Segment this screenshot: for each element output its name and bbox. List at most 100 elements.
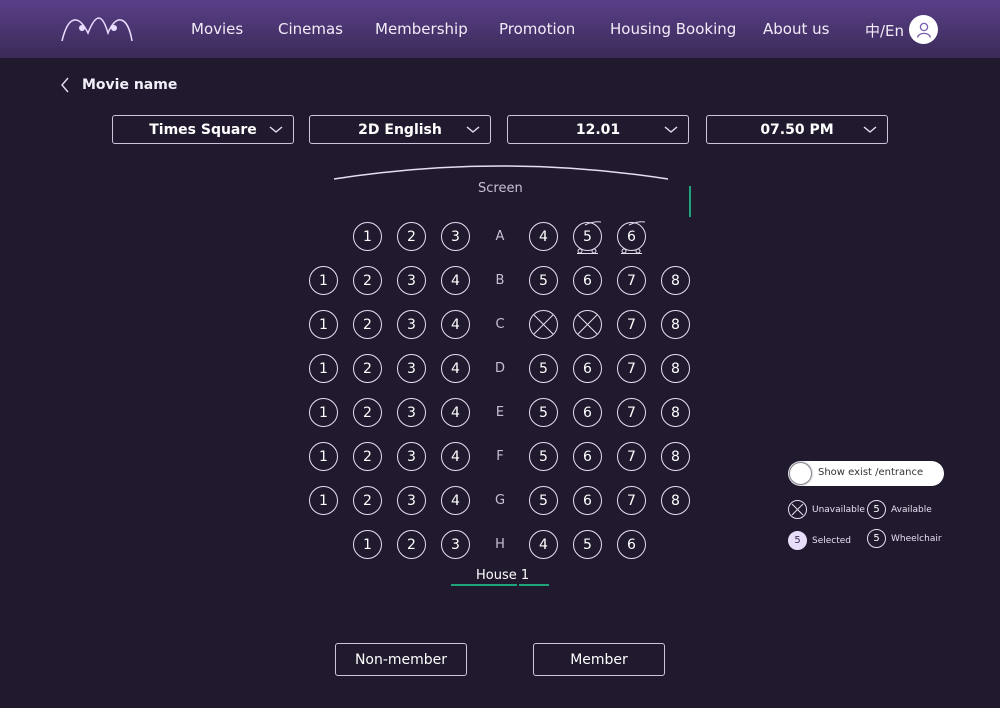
- seat-b-right-1[interactable]: 5: [529, 266, 558, 295]
- seat-b-right-4[interactable]: 8: [661, 266, 690, 295]
- seat-e-left-2[interactable]: 2: [353, 398, 382, 427]
- nav-about-us[interactable]: About us: [763, 20, 829, 38]
- seat-d-left-4[interactable]: 4: [441, 354, 470, 383]
- seat-e-right-2[interactable]: 6: [573, 398, 602, 427]
- seat-f-right-1[interactable]: 5: [529, 442, 558, 471]
- seat-h-left-1[interactable]: 1: [353, 530, 382, 559]
- time-select[interactable]: 07.50 PM: [706, 115, 888, 144]
- seat-f-left-4[interactable]: 4: [441, 442, 470, 471]
- non-member-button[interactable]: Non-member: [335, 643, 467, 676]
- seat-c-left-3[interactable]: 3: [397, 310, 426, 339]
- seat-number: 1: [319, 404, 328, 421]
- nav-housing-booking[interactable]: Housing Booking: [610, 20, 736, 38]
- seat-d-right-2[interactable]: 6: [573, 354, 602, 383]
- user-avatar-button[interactable]: [909, 15, 938, 44]
- seat-e-left-1[interactable]: 1: [309, 398, 338, 427]
- seat-number: 6: [627, 536, 636, 553]
- seat-e-left-4[interactable]: 4: [441, 398, 470, 427]
- seat-b-left-3[interactable]: 3: [397, 266, 426, 295]
- seat-g-right-2[interactable]: 6: [573, 486, 602, 515]
- seat-f-left-3[interactable]: 3: [397, 442, 426, 471]
- available-seat-icon: 5: [867, 500, 886, 519]
- chevron-down-icon: [863, 126, 877, 133]
- row-label: D: [494, 361, 505, 376]
- seat-a-left-2[interactable]: 2: [397, 222, 426, 251]
- seat-d-right-4[interactable]: 8: [661, 354, 690, 383]
- seat-g-right-4[interactable]: 8: [661, 486, 690, 515]
- cinema-select[interactable]: Times Square: [112, 115, 294, 144]
- seat-c-left-4[interactable]: 4: [441, 310, 470, 339]
- brand-logo-icon[interactable]: [60, 11, 134, 45]
- seat-d-left-1[interactable]: 1: [309, 354, 338, 383]
- seat-f-left-2[interactable]: 2: [353, 442, 382, 471]
- seat-e-left-3[interactable]: 3: [397, 398, 426, 427]
- seat-h-right-3[interactable]: 6: [617, 530, 646, 559]
- nav-cinemas[interactable]: Cinemas: [278, 20, 343, 38]
- seat-b-left-1[interactable]: 1: [309, 266, 338, 295]
- seat-b-right-2[interactable]: 6: [573, 266, 602, 295]
- seat-b-left-4[interactable]: 4: [441, 266, 470, 295]
- seat-a-right-1[interactable]: 4: [529, 222, 558, 251]
- seat-number: 1: [319, 316, 328, 333]
- seat-h-right-1[interactable]: 4: [529, 530, 558, 559]
- seat-d-left-2[interactable]: 2: [353, 354, 382, 383]
- seat-f-left-1[interactable]: 1: [309, 442, 338, 471]
- seat-number: 2: [407, 228, 416, 245]
- seat-d-right-1[interactable]: 5: [529, 354, 558, 383]
- seat-number: 8: [671, 272, 680, 289]
- seat-c-right-3[interactable]: 7: [617, 310, 646, 339]
- house-underline-accent: [519, 584, 549, 586]
- seat-c-left-2[interactable]: 2: [353, 310, 382, 339]
- seat-c-left-1[interactable]: 1: [309, 310, 338, 339]
- seat-number: 5: [539, 448, 548, 465]
- seat-number: 5: [539, 272, 548, 289]
- nav-membership[interactable]: Membership: [375, 20, 468, 38]
- legend-wheelchair-label: Wheelchair: [891, 533, 942, 544]
- user-icon: [916, 22, 931, 38]
- legend-wheelchair: 5 Wheelchair: [867, 529, 942, 548]
- seat-number: 6: [583, 272, 592, 289]
- seat-h-left-3[interactable]: 3: [441, 530, 470, 559]
- seat-b-left-2[interactable]: 2: [353, 266, 382, 295]
- seat-a-right-2[interactable]: 5: [573, 221, 602, 254]
- seat-e-right-4[interactable]: 8: [661, 398, 690, 427]
- seat-number: 5: [539, 360, 548, 377]
- seat-c-right-4[interactable]: 8: [661, 310, 690, 339]
- show-exit-toggle[interactable]: Show exist /entrance: [788, 461, 944, 486]
- seat-d-left-3[interactable]: 3: [397, 354, 426, 383]
- seat-b-right-3[interactable]: 7: [617, 266, 646, 295]
- seat-a-left-3[interactable]: 3: [441, 222, 470, 251]
- seat-g-left-3[interactable]: 3: [397, 486, 426, 515]
- seat-h-left-2[interactable]: 2: [397, 530, 426, 559]
- seat-a-left-1[interactable]: 1: [353, 222, 382, 251]
- seat-number: 2: [363, 316, 372, 333]
- seat-number: 3: [407, 272, 416, 289]
- date-select[interactable]: 12.01: [507, 115, 689, 144]
- seat-e-right-1[interactable]: 5: [529, 398, 558, 427]
- seat-d-right-3[interactable]: 7: [617, 354, 646, 383]
- seat-g-right-1[interactable]: 5: [529, 486, 558, 515]
- language-switch[interactable]: 中/En: [865, 20, 904, 41]
- screen-label: Screen: [478, 181, 523, 196]
- format-select[interactable]: 2D English: [309, 115, 491, 144]
- seat-g-left-1[interactable]: 1: [309, 486, 338, 515]
- back-button[interactable]: Movie name: [60, 77, 177, 93]
- seat-a-right-3[interactable]: 6: [617, 221, 646, 254]
- seat-number: 2: [363, 272, 372, 289]
- seat-e-right-3[interactable]: 7: [617, 398, 646, 427]
- nav-promotion[interactable]: Promotion: [499, 20, 575, 38]
- seat-g-left-4[interactable]: 4: [441, 486, 470, 515]
- seat-number: 3: [451, 228, 460, 245]
- seat-number: 2: [363, 492, 372, 509]
- member-button[interactable]: Member: [533, 643, 665, 676]
- legend-unavailable-label: Unavailable: [812, 504, 865, 515]
- seat-h-right-2[interactable]: 5: [573, 530, 602, 559]
- seat-f-right-4[interactable]: 8: [661, 442, 690, 471]
- seat-f-right-2[interactable]: 6: [573, 442, 602, 471]
- row-label: F: [496, 449, 504, 464]
- seat-g-right-3[interactable]: 7: [617, 486, 646, 515]
- seat-f-right-3[interactable]: 7: [617, 442, 646, 471]
- toggle-knob[interactable]: [789, 462, 812, 485]
- seat-g-left-2[interactable]: 2: [353, 486, 382, 515]
- nav-movies[interactable]: Movies: [191, 20, 243, 38]
